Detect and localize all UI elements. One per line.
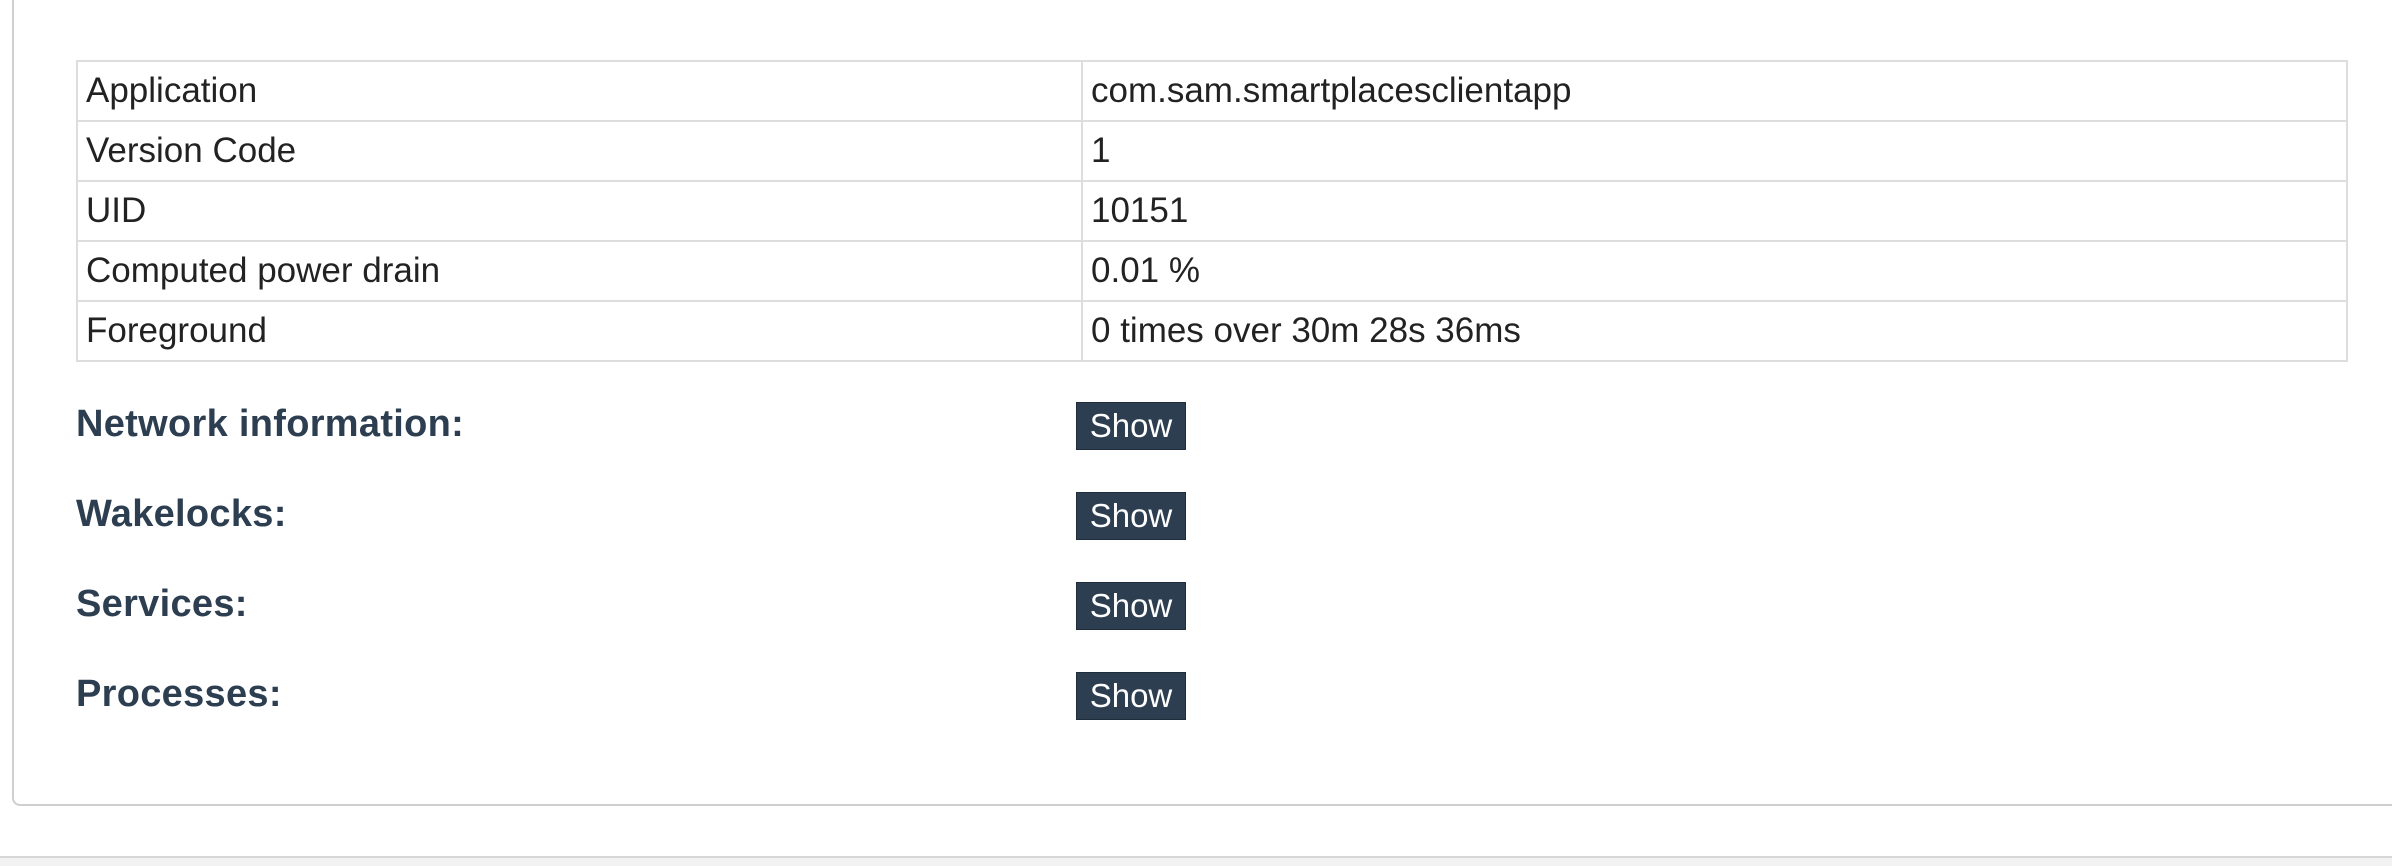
row-label: Computed power drain bbox=[76, 240, 1083, 302]
wakelocks-section: Wakelocks: bbox=[76, 490, 287, 538]
services-show-button[interactable]: Show bbox=[1076, 582, 1186, 630]
row-label: Version Code bbox=[76, 120, 1083, 182]
table-row: Computed power drain 0.01 % bbox=[76, 240, 2348, 302]
row-label: UID bbox=[76, 180, 1083, 242]
network-information-heading: Network information: bbox=[76, 402, 465, 445]
processes-section: Processes: bbox=[76, 670, 282, 718]
row-value: com.sam.smartplacesclientapp bbox=[1081, 60, 2348, 122]
table-row: UID 10151 bbox=[76, 180, 2348, 242]
processes-show-button[interactable]: Show bbox=[1076, 672, 1186, 720]
processes-heading: Processes: bbox=[76, 672, 282, 715]
row-value: 0 times over 30m 28s 36ms bbox=[1081, 300, 2348, 362]
table-row: Application com.sam.smartplacesclientapp bbox=[76, 60, 2348, 122]
row-label: Application bbox=[76, 60, 1083, 122]
network-information-section: Network information: bbox=[76, 400, 464, 448]
wakelocks-show-button[interactable]: Show bbox=[1076, 492, 1186, 540]
row-value: 0.01 % bbox=[1081, 240, 2348, 302]
wakelocks-heading: Wakelocks: bbox=[76, 492, 287, 535]
services-heading: Services: bbox=[76, 582, 248, 625]
services-section: Services: bbox=[76, 580, 248, 628]
row-value: 1 bbox=[1081, 120, 2348, 182]
row-value: 10151 bbox=[1081, 180, 2348, 242]
table-row: Foreground 0 times over 30m 28s 36ms bbox=[76, 300, 2348, 362]
app-info-table: Application com.sam.smartplacesclientapp… bbox=[76, 60, 2348, 362]
row-label: Foreground bbox=[76, 300, 1083, 362]
table-row: Version Code 1 bbox=[76, 120, 2348, 182]
next-panel-edge bbox=[0, 856, 2392, 866]
network-information-show-button[interactable]: Show bbox=[1076, 402, 1186, 450]
